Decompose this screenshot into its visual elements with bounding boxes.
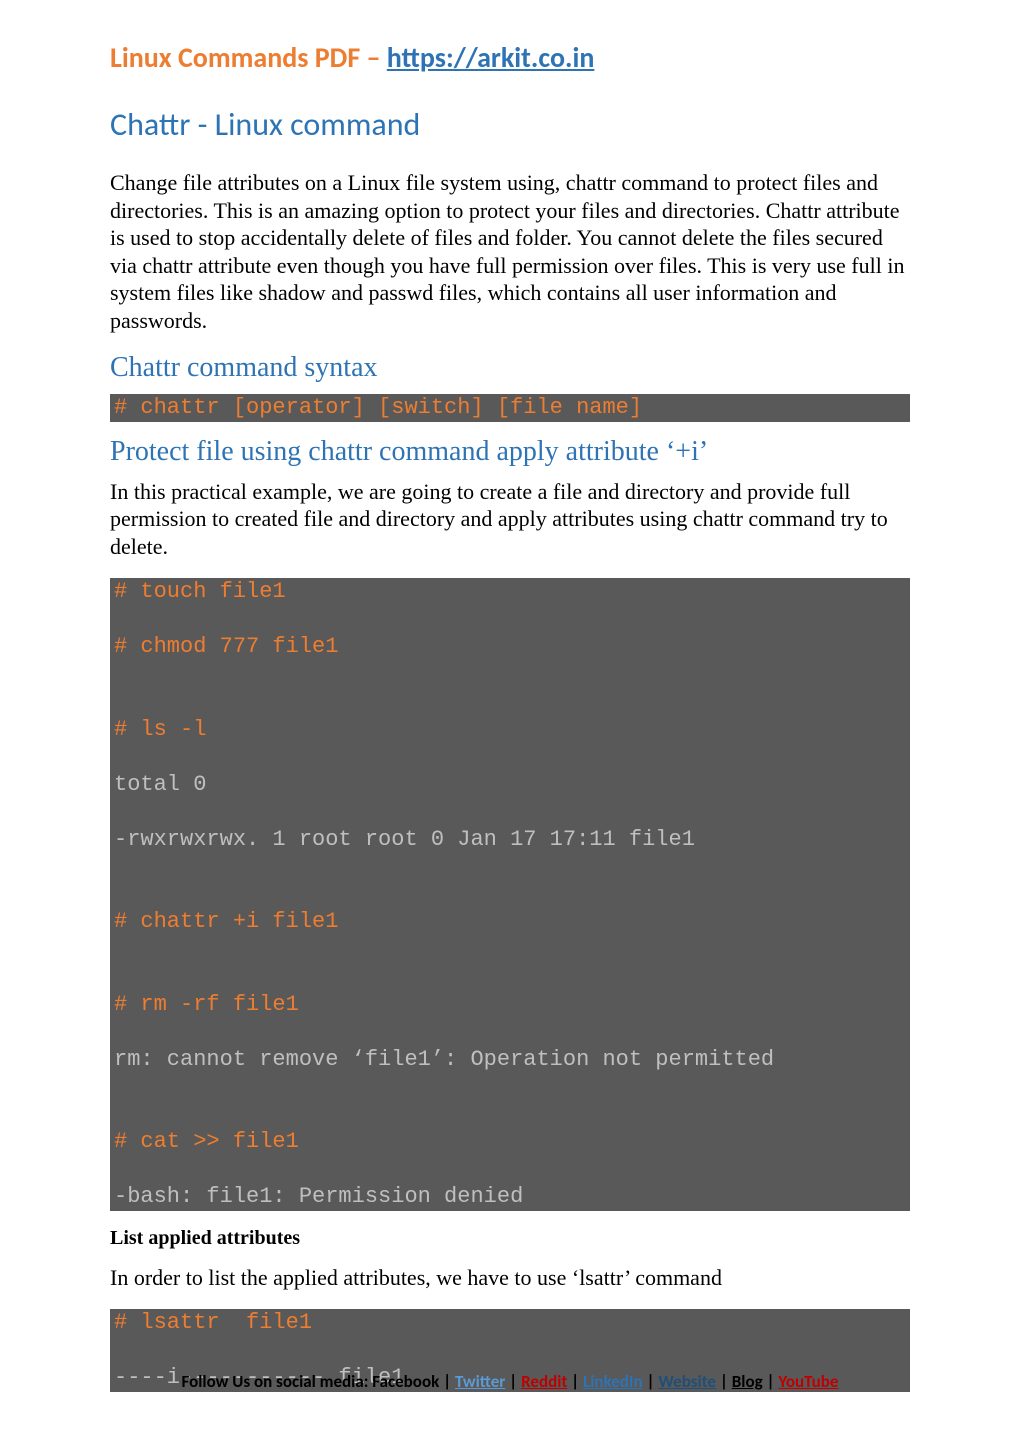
footer-link-youtube[interactable]: YouTube [778, 1371, 838, 1392]
code-line: # cat >> file1 [114, 1128, 906, 1156]
page-footer: Follow Us on social media: Facebook | Tw… [110, 1371, 910, 1392]
syntax-code-block: # chattr [operator] [switch] [file name] [110, 394, 910, 422]
footer-separator: | [571, 1371, 583, 1392]
document-page: Linux Commands PDF – https://arkit.co.in… [0, 0, 1020, 1446]
code-line: # ls -l [114, 716, 906, 744]
footer-separator: | [720, 1371, 732, 1392]
code-output: rm: cannot remove ‘file1’: Operation not… [114, 1046, 906, 1074]
footer-link-linkedin[interactable]: LinkedIn [583, 1371, 643, 1392]
code-line: # rm -rf file1 [114, 991, 906, 1019]
header-prefix: Linux Commands PDF – [110, 40, 387, 75]
list-applied-paragraph: In order to list the applied attributes,… [110, 1264, 910, 1292]
footer-link-reddit[interactable]: Reddit [521, 1371, 567, 1392]
protect-subtitle: Protect file using chattr command apply … [110, 436, 910, 468]
intro-paragraph: Change file attributes on a Linux file s… [110, 169, 910, 334]
footer-separator: | [509, 1371, 521, 1392]
page-header: Linux Commands PDF – https://arkit.co.in [110, 40, 910, 75]
footer-link-blog[interactable]: Blog [732, 1371, 763, 1392]
syntax-subtitle: Chattr command syntax [110, 352, 910, 384]
example-code-block: # touch file1 # chmod 777 file1 # ls -l … [110, 578, 910, 1211]
code-line: # touch file1 [114, 578, 906, 606]
code-output: total 0 [114, 771, 906, 799]
code-line: # lsattr file1 [114, 1309, 906, 1337]
footer-separator: | [646, 1371, 658, 1392]
footer-prefix: Follow Us on social media: Facebook [182, 1371, 440, 1392]
code-line: # chattr +i file1 [114, 908, 906, 936]
footer-separator: | [766, 1371, 778, 1392]
footer-link-twitter[interactable]: Twitter [455, 1371, 505, 1392]
code-line: # chattr [operator] [switch] [file name] [114, 394, 906, 422]
footer-separator: | [443, 1371, 455, 1392]
code-line: # chmod 777 file1 [114, 633, 906, 661]
code-output: -rwxrwxrwx. 1 root root 0 Jan 17 17:11 f… [114, 826, 906, 854]
protect-intro-paragraph: In this practical example, we are going … [110, 478, 910, 561]
page-title: Chattr - Linux command [110, 105, 910, 144]
header-link[interactable]: https://arkit.co.in [387, 40, 595, 75]
footer-link-website[interactable]: Website [658, 1371, 716, 1392]
list-applied-heading: List applied attributes [110, 1227, 910, 1250]
code-output: -bash: file1: Permission denied [114, 1183, 906, 1211]
